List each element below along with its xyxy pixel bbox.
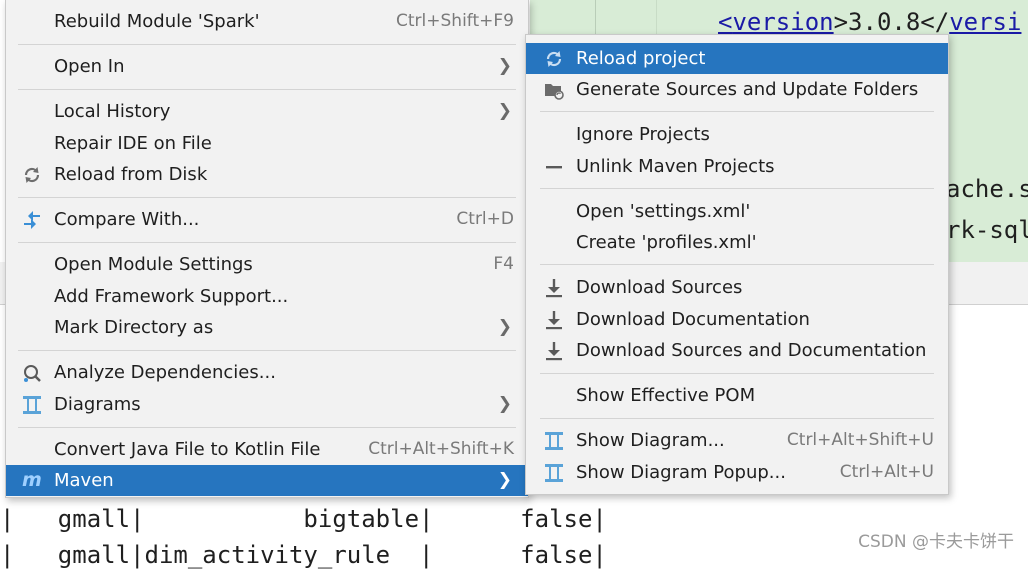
menu-item-reload-project[interactable]: Reload project [526, 43, 948, 74]
code-line-3: rk-sql [946, 216, 1028, 244]
menu-item-show-diagram[interactable]: Show Diagram... Ctrl+Alt+Shift+U [526, 425, 948, 456]
menu-item-rebuild-module[interactable]: Rebuild Module 'Spark' Ctrl+Shift+F9 [6, 6, 528, 37]
download-icon [546, 279, 562, 298]
menu-item-create-profiles-xml[interactable]: Create 'profiles.xml' [526, 227, 948, 258]
console-row: | gmall|dim_activity_rule | false| [0, 541, 607, 569]
menu-item-generate-sources[interactable]: Generate Sources and Update Folders [526, 74, 948, 105]
menu-separator [540, 418, 934, 419]
menu-separator [540, 264, 934, 265]
menu-item-label: Mark Directory as [54, 317, 214, 338]
refresh-icon [24, 167, 40, 183]
menu-item-label: Reload project [576, 48, 706, 69]
console-row: | gmall| bigtable| false| [0, 505, 607, 533]
menu-item-label: Reload from Disk [54, 164, 208, 185]
menu-item-label: Compare With... [54, 209, 200, 230]
menu-item-label: Create 'profiles.xml' [576, 232, 757, 253]
menu-item-label: Download Sources and Documentation [576, 340, 927, 361]
maven-icon: m [22, 469, 42, 491]
shortcut-label: Ctrl+Alt+Shift+K [368, 439, 514, 459]
menu-separator [18, 427, 516, 428]
shortcut-label: Ctrl+Shift+F9 [396, 11, 514, 31]
menu-separator [18, 89, 516, 90]
menu-item-label: Rebuild Module 'Spark' [54, 11, 260, 32]
context-menu: Rebuild Module 'Spark' Ctrl+Shift+F9 Ope… [5, 0, 529, 498]
menu-item-label: Convert Java File to Kotlin File [54, 439, 321, 460]
menu-separator [18, 44, 516, 45]
menu-item-label: Unlink Maven Projects [576, 156, 775, 177]
menu-item-compare-with[interactable]: Compare With... Ctrl+D [6, 204, 528, 235]
menu-item-unlink-projects[interactable]: Unlink Maven Projects [526, 151, 948, 182]
refresh-icon [546, 51, 562, 67]
menu-item-label: Analyze Dependencies... [54, 362, 276, 383]
shortcut-label: Ctrl+D [456, 209, 514, 229]
watermark: CSDN @卡夫卡饼干 [858, 532, 1014, 552]
menu-item-open-settings-xml[interactable]: Open 'settings.xml' [526, 196, 948, 227]
menu-item-label: Show Diagram... [576, 430, 725, 451]
menu-item-reload-from-disk[interactable]: Reload from Disk [6, 159, 528, 190]
menu-item-mark-directory[interactable]: Mark Directory as ❯ [6, 312, 528, 343]
shortcut-label: F4 [493, 254, 514, 274]
menu-separator [18, 350, 516, 351]
chevron-right-icon: ❯ [497, 470, 512, 490]
chevron-right-icon: ❯ [497, 56, 512, 76]
menu-item-download-both[interactable]: Download Sources and Documentation [526, 335, 948, 366]
menu-item-repair-ide[interactable]: Repair IDE on File [6, 128, 528, 159]
menu-item-label: Maven [54, 470, 114, 491]
menu-item-diagrams[interactable]: Diagrams ❯ [6, 389, 528, 420]
minus-icon [546, 166, 562, 169]
code-line-2: ache.s [946, 175, 1028, 203]
diagram-icon [23, 396, 41, 414]
menu-item-open-module-settings[interactable]: Open Module Settings F4 [6, 249, 528, 280]
menu-item-download-sources[interactable]: Download Sources [526, 272, 948, 303]
chevron-right-icon: ❯ [497, 317, 512, 337]
menu-item-label: Diagrams [54, 394, 141, 415]
folder-refresh-icon [545, 84, 564, 100]
download-icon [546, 311, 562, 330]
menu-item-label: Repair IDE on File [54, 133, 212, 154]
compare-icon [24, 211, 40, 229]
menu-item-label: Ignore Projects [576, 124, 710, 145]
menu-item-local-history[interactable]: Local History ❯ [6, 96, 528, 127]
menu-item-ignore-projects[interactable]: Ignore Projects [526, 119, 948, 150]
menu-item-label: Download Documentation [576, 309, 810, 330]
menu-item-label: Open Module Settings [54, 254, 253, 275]
menu-item-label: Show Effective POM [576, 385, 756, 406]
chevron-right-icon: ❯ [497, 101, 512, 121]
menu-separator [540, 111, 934, 112]
menu-item-label: Show Diagram Popup... [576, 462, 786, 483]
analyze-icon [24, 365, 41, 382]
menu-item-analyze-dependencies[interactable]: Analyze Dependencies... [6, 357, 528, 388]
menu-item-show-diagram-popup[interactable]: Show Diagram Popup... Ctrl+Alt+U [526, 457, 948, 488]
menu-separator [540, 188, 934, 189]
diagram-icon [545, 432, 563, 450]
menu-separator [18, 242, 516, 243]
maven-submenu: Reload project Generate Sources and Upda… [525, 34, 949, 495]
download-icon [546, 342, 562, 361]
menu-item-add-framework[interactable]: Add Framework Support... [6, 281, 528, 312]
shortcut-label: Ctrl+Alt+Shift+U [786, 430, 934, 450]
menu-item-label: Local History [54, 101, 171, 122]
menu-item-open-in[interactable]: Open In ❯ [6, 51, 528, 82]
menu-item-label: Download Sources [576, 277, 743, 298]
shortcut-label: Ctrl+Alt+U [839, 462, 934, 482]
menu-separator [18, 197, 516, 198]
menu-item-convert-kotlin[interactable]: Convert Java File to Kotlin File Ctrl+Al… [6, 434, 528, 465]
menu-item-label: Add Framework Support... [54, 286, 289, 307]
menu-item-show-effective-pom[interactable]: Show Effective POM [526, 380, 948, 411]
menu-item-download-docs[interactable]: Download Documentation [526, 304, 948, 335]
menu-item-label: Generate Sources and Update Folders [576, 79, 919, 100]
chevron-right-icon: ❯ [497, 394, 512, 414]
menu-item-label: Open 'settings.xml' [576, 201, 751, 222]
code-line-version: <version>3.0.8</versi [718, 8, 1022, 36]
diagram-icon [545, 464, 563, 482]
menu-item-label: Open In [54, 56, 125, 77]
menu-item-maven[interactable]: m Maven ❯ [6, 465, 528, 496]
menu-separator [540, 373, 934, 374]
